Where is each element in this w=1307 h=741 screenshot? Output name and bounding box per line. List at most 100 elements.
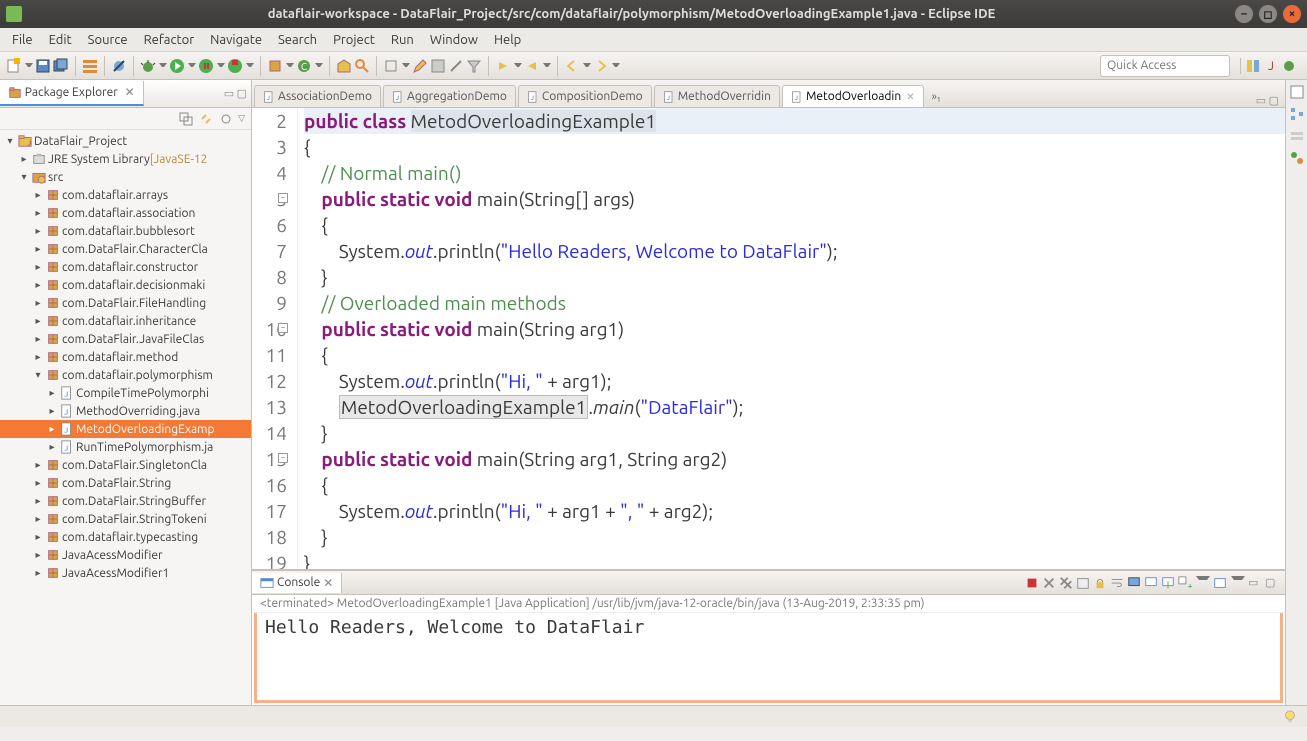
tree-item[interactable]: ▸JMetodOverloadingExamp (0, 420, 251, 438)
tree-item[interactable]: ▸com.DataFlair.CharacterCla (0, 240, 251, 258)
run-icon[interactable] (169, 58, 185, 74)
menu-project[interactable]: Project (325, 31, 383, 49)
menu-edit[interactable]: Edit (41, 31, 80, 49)
console-max-icon[interactable]: ▢ (1265, 576, 1279, 590)
editor-tab[interactable]: JAssociationDemo (254, 85, 381, 107)
window-maximize-button[interactable]: ◻ (1259, 5, 1277, 23)
close-view-icon[interactable]: ✕ (125, 86, 135, 99)
wand-icon[interactable] (448, 58, 464, 74)
console-close-icon[interactable]: ✕ (323, 576, 333, 590)
remove-all-icon[interactable] (1059, 576, 1073, 590)
tree-item[interactable]: ▸com.DataFlair.StringBuffer (0, 492, 251, 510)
tree-item[interactable]: ▾com.dataflair.polymorphism (0, 366, 251, 384)
word-wrap-icon[interactable] (1110, 576, 1124, 590)
tree-item[interactable]: ▸JMethodOverriding.java (0, 402, 251, 420)
tree-item[interactable]: ▸com.DataFlair.SingletonCla (0, 456, 251, 474)
quick-access-input[interactable] (1100, 55, 1230, 77)
menu-search[interactable]: Search (270, 31, 325, 49)
tree-item[interactable]: ▸JavaAcessModifier1 (0, 564, 251, 582)
save-all-icon[interactable] (53, 58, 69, 74)
menu-window[interactable]: Window (422, 31, 486, 49)
back-icon[interactable] (564, 58, 580, 74)
toggle-mark-icon[interactable] (383, 58, 399, 74)
tree-item[interactable]: ▸com.DataFlair.String (0, 474, 251, 492)
tree-item[interactable]: ▸com.dataflair.association (0, 204, 251, 222)
console-min-icon[interactable]: ▭ (1248, 576, 1262, 590)
menu-source[interactable]: Source (80, 31, 136, 49)
editor-overflow[interactable]: »₁ (928, 87, 945, 107)
clear-console-icon[interactable] (1076, 576, 1090, 590)
forward-icon[interactable] (593, 58, 609, 74)
tree-item[interactable]: ▾JDataFlair_Project (0, 132, 251, 150)
tree-item[interactable]: ▾src (0, 168, 251, 186)
editor-min-max-icons[interactable]: ▭ ▢ (1250, 94, 1285, 107)
debug-perspective-icon[interactable] (1281, 58, 1297, 74)
task-list-icon[interactable] (1289, 84, 1305, 100)
menu-run[interactable]: Run (383, 31, 422, 49)
search-icon[interactable] (354, 58, 370, 74)
show-outline-icon[interactable] (1289, 150, 1305, 166)
editor-tab[interactable]: JMethodOverridin (654, 85, 780, 107)
tree-item[interactable]: ▸com.dataflair.method (0, 348, 251, 366)
tree-item[interactable]: ▸com.DataFlair.FileHandling (0, 294, 251, 312)
save-icon[interactable] (35, 58, 51, 74)
terminate-icon[interactable] (1025, 576, 1039, 590)
new-package-icon[interactable] (267, 58, 283, 74)
view-minimize-icon[interactable]: ▭ ▢ (220, 87, 251, 100)
window-minimize-button[interactable]: – (1235, 5, 1253, 23)
tree-item[interactable]: ▸com.dataflair.typecasting (0, 528, 251, 546)
console-tab[interactable]: Console ✕ (252, 573, 342, 593)
view-menu-icon[interactable]: ▽ (238, 113, 245, 124)
new-class-icon[interactable]: C (296, 58, 312, 74)
tree-item[interactable]: ▸com.dataflair.bubblesort (0, 222, 251, 240)
editor-tab[interactable]: JMetodOverloadin✕ (782, 85, 924, 107)
tree-item[interactable]: ▸JCompileTimePolymorphi (0, 384, 251, 402)
open-task-icon[interactable] (430, 58, 446, 74)
new-console-icon[interactable]: + (1178, 576, 1192, 590)
menu-refactor[interactable]: Refactor (136, 31, 203, 49)
window-close-button[interactable]: × (1283, 5, 1301, 23)
toggle-breadcrumb-icon[interactable] (82, 58, 98, 74)
editor-tab[interactable]: JCompositionDemo (518, 85, 652, 107)
skip-breakpoints-icon[interactable] (111, 58, 127, 74)
tree-item[interactable]: ▸com.dataflair.inheritance (0, 312, 251, 330)
editor-tab[interactable]: JAggregationDemo (383, 85, 516, 107)
console-output[interactable]: Hello Readers, Welcome to DataFlair (254, 613, 1283, 703)
scroll-lock-icon[interactable] (1093, 576, 1107, 590)
pin-console-icon[interactable] (1127, 576, 1141, 590)
open-console-icon[interactable] (1161, 576, 1175, 590)
project-tree[interactable]: ▾JDataFlair_Project▸JRE System Library [… (0, 130, 251, 705)
tip-icon[interactable] (1283, 710, 1297, 724)
open-perspective-icon[interactable] (1245, 58, 1261, 74)
display-console-icon[interactable] (1144, 576, 1158, 590)
console-switch-icon[interactable] (1213, 576, 1227, 590)
tree-item[interactable]: ▸JRE System Library [JavaSE-12 (0, 150, 251, 168)
package-explorer-tab[interactable]: Package Explorer ✕ (0, 81, 144, 106)
link-editor-icon[interactable] (198, 111, 214, 127)
menu-help[interactable]: Help (486, 31, 529, 49)
tree-item[interactable]: ▸com.DataFlair.JavaFileClas (0, 330, 251, 348)
tree-item[interactable]: ▸JRunTimePolymorphism.ja (0, 438, 251, 456)
tree-item[interactable]: ▸com.DataFlair.StringTokeni (0, 510, 251, 528)
java-perspective-icon[interactable]: J (1263, 58, 1279, 74)
focus-icon[interactable] (218, 111, 234, 127)
filter-icon[interactable] (466, 58, 482, 74)
outline-icon[interactable] (1289, 106, 1305, 122)
tree-item[interactable]: ▸JavaAcessModifier (0, 546, 251, 564)
remove-launch-icon[interactable] (1042, 576, 1056, 590)
menu-file[interactable]: File (4, 31, 41, 49)
new-icon[interactable] (6, 58, 22, 74)
next-annotation-icon[interactable] (495, 58, 511, 74)
minimize-stack-icon[interactable] (1289, 128, 1305, 144)
menu-navigate[interactable]: Navigate (202, 31, 270, 49)
edit-icon[interactable] (412, 58, 428, 74)
collapse-all-icon[interactable] (178, 111, 194, 127)
tree-item[interactable]: ▸com.dataflair.constructor (0, 258, 251, 276)
external-tools-icon[interactable] (227, 58, 243, 74)
coverage-icon[interactable] (198, 58, 214, 74)
prev-annotation-icon[interactable] (524, 58, 540, 74)
tree-item[interactable]: ▸com.dataflair.arrays (0, 186, 251, 204)
tree-item[interactable]: ▸com.dataflair.decisionmaki (0, 276, 251, 294)
code-editor[interactable]: 2345−678910−1112131415−16171819 public c… (252, 108, 1285, 570)
debug-icon[interactable] (140, 58, 156, 74)
